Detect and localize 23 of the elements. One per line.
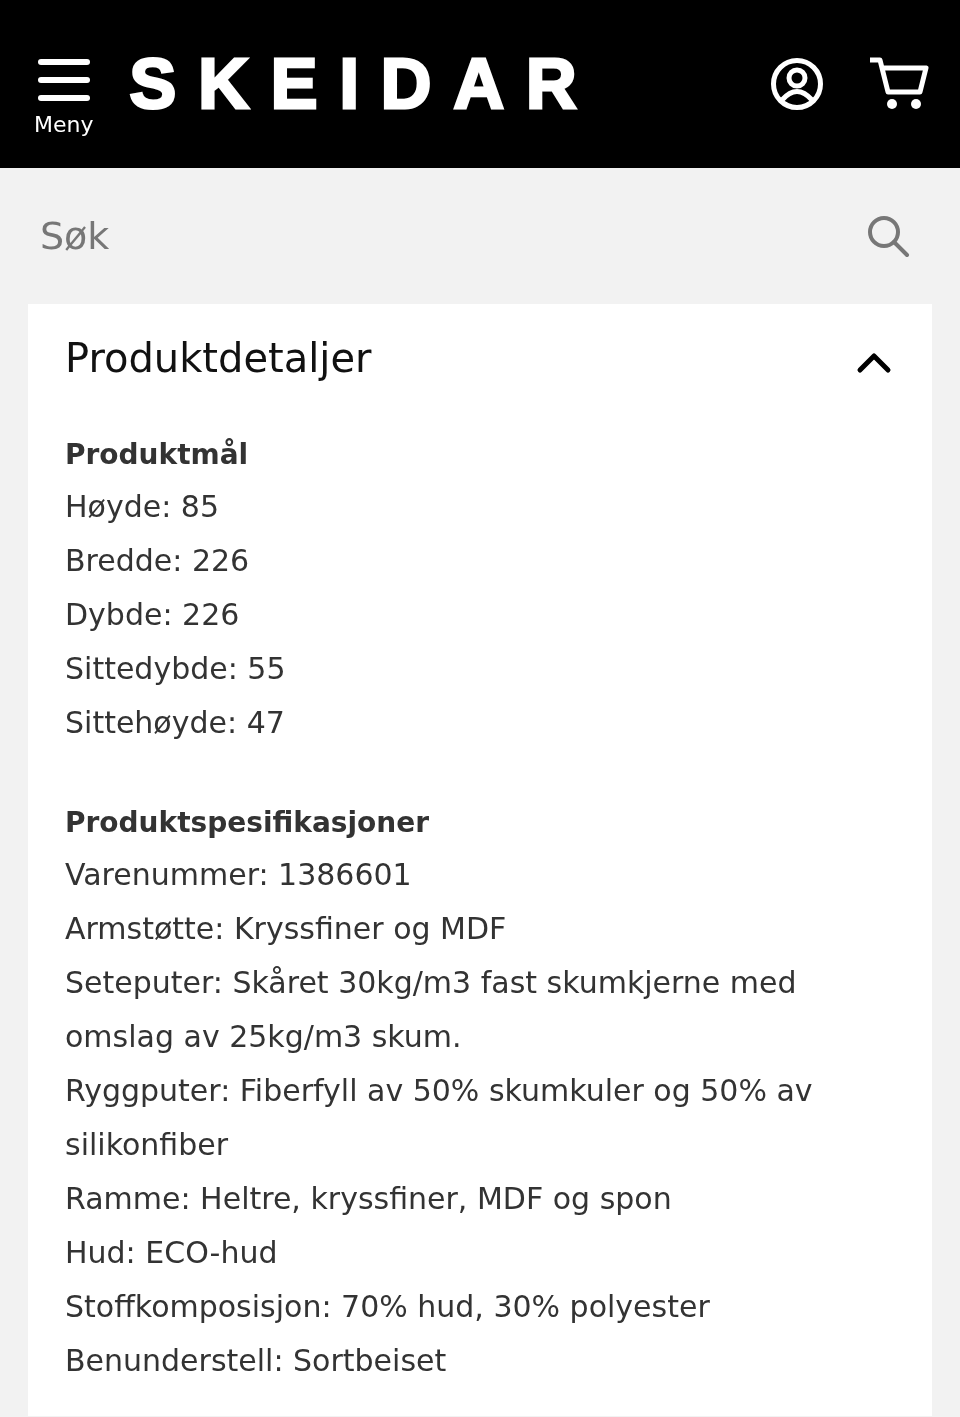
- spec-line: Sittehøyde: 47: [65, 704, 286, 742]
- spec-line: Ryggputer: Fiberfyll av 50% skumkuler og 50% av silikonfiber: [65, 1072, 814, 1164]
- spec-line: Dybde: 226: [65, 596, 241, 634]
- spec-line: Varenummer: 1386601: [65, 856, 413, 894]
- spec-line: Armstøtte: Kryssfiner og MDF: [65, 910, 508, 948]
- spec-line: Ramme: Heltre, kryssfiner, MDF og spon: [65, 1180, 673, 1218]
- chevron-up-icon[interactable]: [856, 352, 892, 374]
- section-heading: Produktmål: [65, 437, 250, 473]
- cart-icon[interactable]: [868, 56, 930, 112]
- spec-line: Hud: ECO-hud: [65, 1234, 279, 1272]
- spec-line: Sittedybde: 55: [65, 650, 287, 688]
- spec-line: Bredde: 226: [65, 542, 251, 580]
- panel-title[interactable]: Produktdetaljer: [65, 335, 372, 381]
- section-heading: Produktspesifikasjoner: [65, 805, 430, 841]
- spec-line: Benunderstell: Sortbeiset: [65, 1342, 448, 1380]
- logo[interactable]: SKEIDAR: [129, 44, 599, 124]
- search-field[interactable]: Søk: [40, 214, 866, 258]
- menu-button[interactable]: Meny: [34, 55, 94, 137]
- spec-line: Stoffkomposisjon: 70% hud, 30% polyester: [65, 1288, 711, 1326]
- spec-line: Seteputer: Skåret 30kg/m3 fast skumkjerne med omslag av 25kg/m3 skum.: [65, 964, 798, 1056]
- search-icon[interactable]: [866, 214, 910, 258]
- account-icon[interactable]: [770, 57, 824, 111]
- spec-line: Høyde: 85: [65, 488, 220, 526]
